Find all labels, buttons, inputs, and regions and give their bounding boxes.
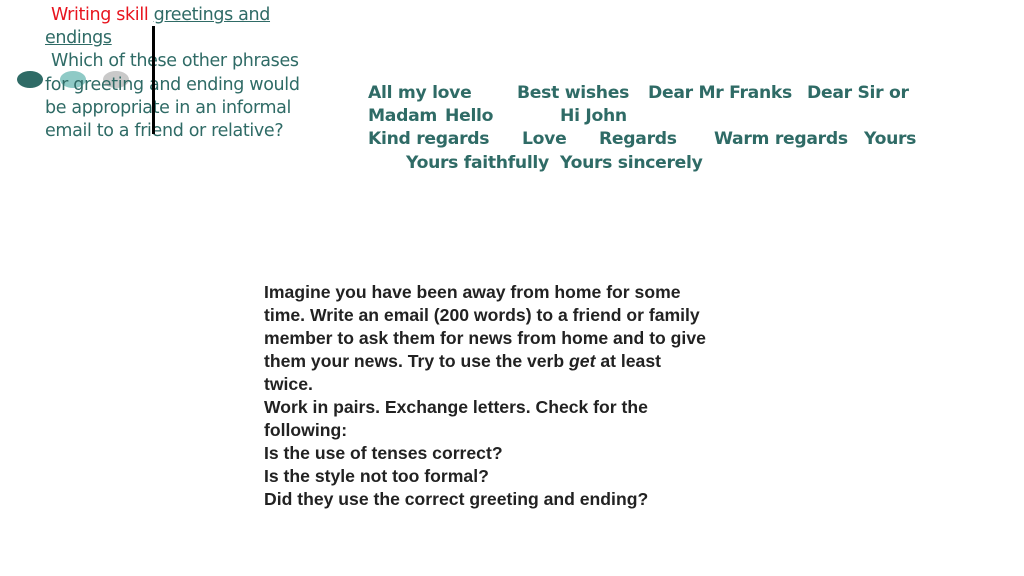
task-text: them your news. Try to use the verb bbox=[264, 351, 570, 371]
phrase-item: Kind regards bbox=[368, 129, 490, 150]
question-line: Which of these other phrases bbox=[51, 51, 299, 72]
task-line: following: bbox=[264, 420, 348, 440]
phrase-item: Yours sincerely bbox=[560, 152, 703, 173]
phrase-item: Hello bbox=[445, 106, 494, 127]
phrase-item: Hi John bbox=[560, 106, 627, 127]
checklist-item: Did they use the correct greeting and en… bbox=[264, 489, 649, 509]
phrase-item: Warm regards bbox=[714, 129, 848, 150]
question-line: email to a friend or relative? bbox=[45, 121, 284, 142]
phrase-item: Best wishes bbox=[517, 83, 630, 103]
phrase-row: Yours faithfully Yours sincerely bbox=[368, 152, 948, 175]
emphasized-verb: get bbox=[569, 351, 596, 371]
task-line: Work in pairs. Exchange letters. Check f… bbox=[264, 397, 648, 417]
title-topic: greetings and bbox=[153, 5, 271, 25]
task-line: member to ask them for news from home an… bbox=[264, 328, 706, 348]
title-line-2: endings bbox=[45, 27, 325, 50]
question-line: be appropriate in an informal bbox=[45, 97, 292, 118]
phrase-item: Dear Mr Franks bbox=[648, 83, 792, 103]
dark-teal-circle-icon bbox=[17, 71, 43, 88]
phrase-row: All my love Best wishes Dear Mr Franks D… bbox=[368, 82, 948, 105]
phrase-item: Yours faithfully bbox=[406, 152, 549, 173]
phrase-item: Madam bbox=[368, 106, 438, 127]
task-line: time. Write an email (200 words) to a fr… bbox=[264, 305, 700, 325]
title-line: Writing skill greetings and bbox=[45, 4, 325, 27]
slide: Writing skill greetings and endings Whic… bbox=[0, 0, 1024, 576]
phrase-item: Regards bbox=[599, 129, 677, 150]
task-text: at least bbox=[595, 351, 661, 371]
task-line: twice. bbox=[264, 374, 313, 394]
phrase-row: Madam Hello Hi John bbox=[368, 105, 948, 128]
phrase-item: All my love bbox=[368, 83, 472, 103]
task-instructions: Imagine you have been away from home for… bbox=[264, 281, 764, 511]
question-block: Writing skill greetings and endings Whic… bbox=[45, 4, 325, 143]
checklist-item: Is the style not too formal? bbox=[264, 466, 489, 486]
phrase-item: Love bbox=[522, 129, 567, 150]
task-line: Imagine you have been away from home for… bbox=[264, 282, 681, 302]
phrase-item: Dear Sir or bbox=[807, 83, 909, 103]
phrase-row: Kind regards Love Regards Warm regards Y… bbox=[368, 128, 948, 151]
vertical-divider-line bbox=[152, 26, 155, 134]
title-prefix: Writing skill bbox=[51, 5, 149, 25]
title-topic-continued: endings bbox=[45, 28, 112, 49]
phrase-list: All my love Best wishes Dear Mr Franks D… bbox=[368, 82, 948, 175]
question-line: for greeting and ending would bbox=[45, 74, 300, 95]
checklist-item: Is the use of tenses correct? bbox=[264, 443, 503, 463]
task-line-with-emphasis: them your news. Try to use the verb get … bbox=[264, 350, 764, 373]
phrase-item: Yours bbox=[864, 129, 917, 150]
